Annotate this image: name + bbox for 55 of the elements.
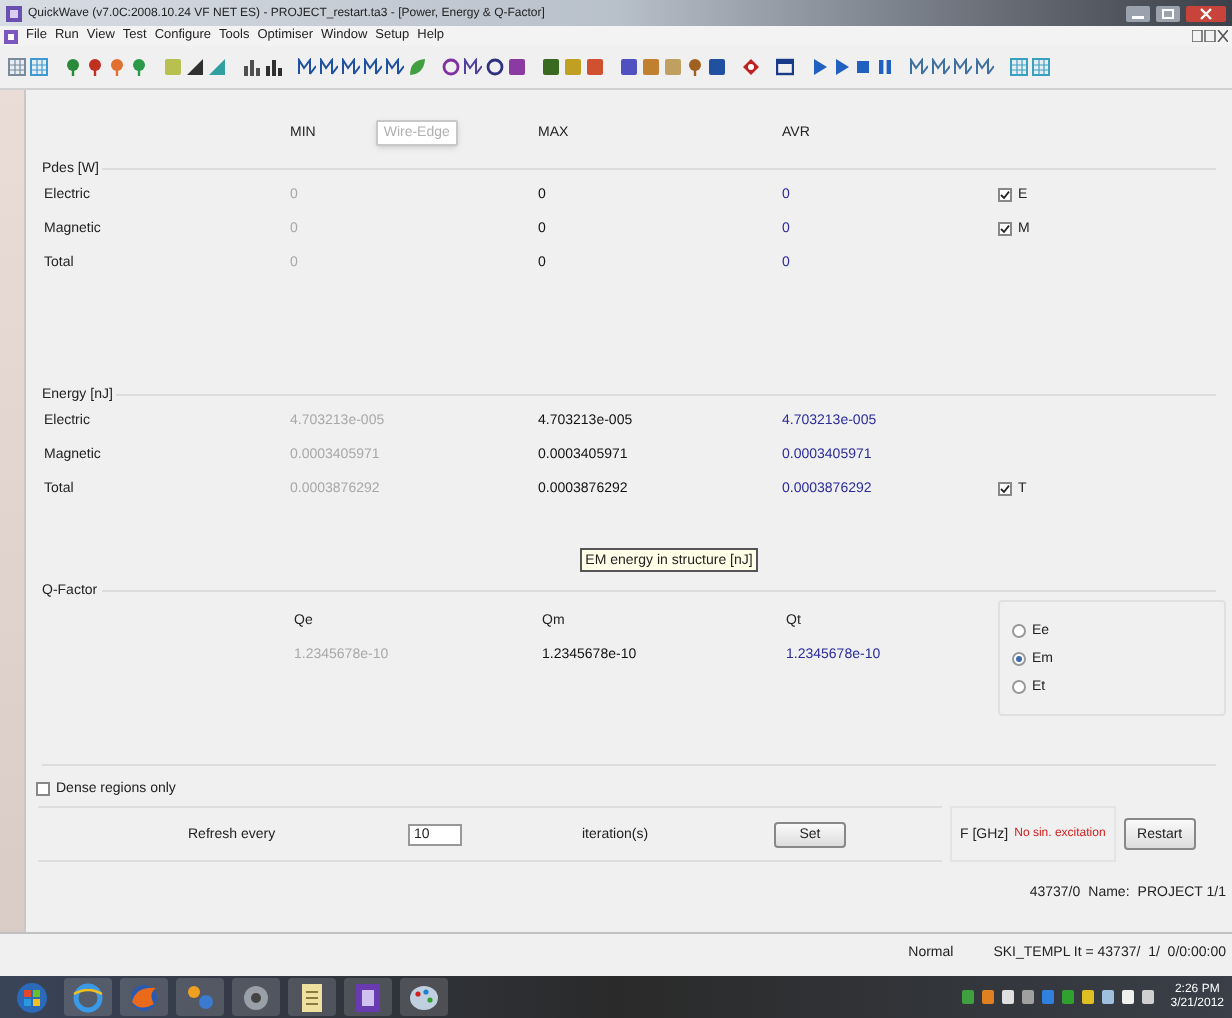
close-icon[interactable] xyxy=(1186,5,1226,21)
tile-icon[interactable] xyxy=(164,58,182,76)
pin-icon[interactable] xyxy=(130,58,148,76)
pin-icon[interactable] xyxy=(86,58,104,76)
checkbox[interactable] xyxy=(998,482,1012,496)
ring-icon[interactable] xyxy=(486,58,504,76)
tile-icon[interactable] xyxy=(586,58,604,76)
wave-icon[interactable] xyxy=(910,58,928,76)
tile-icon[interactable] xyxy=(620,58,638,76)
radio-button[interactable] xyxy=(1012,623,1026,637)
wave-icon[interactable] xyxy=(932,58,950,76)
tile-icon[interactable] xyxy=(542,58,560,76)
bars-icon[interactable] xyxy=(242,58,260,76)
radio-button[interactable] xyxy=(1012,679,1026,693)
wave-icon[interactable] xyxy=(342,58,360,76)
wave-icon[interactable] xyxy=(464,58,482,76)
checkbox[interactable] xyxy=(998,222,1012,236)
globe-icon[interactable] xyxy=(72,981,104,1013)
diamond-icon[interactable] xyxy=(742,58,760,76)
ring-icon[interactable] xyxy=(442,58,460,76)
tile-icon[interactable] xyxy=(664,58,682,76)
grid-icon[interactable] xyxy=(8,58,26,76)
checkbox[interactable] xyxy=(998,188,1012,202)
pin-icon[interactable] xyxy=(686,58,704,76)
leaf-icon[interactable] xyxy=(408,58,426,76)
wave-icon[interactable] xyxy=(364,58,382,76)
wave-icon[interactable] xyxy=(954,58,972,76)
pin-icon[interactable] xyxy=(108,58,126,76)
people-icon[interactable] xyxy=(184,981,216,1013)
gear-icon[interactable] xyxy=(240,981,272,1013)
wave-icon[interactable] xyxy=(298,58,316,76)
window-controls-icon[interactable] xyxy=(1192,30,1228,42)
checkbox[interactable] xyxy=(36,781,50,795)
tile-icon[interactable] xyxy=(708,58,726,76)
bars-icon[interactable] xyxy=(264,58,282,76)
palette-icon[interactable] xyxy=(408,981,440,1013)
grid-icon[interactable] xyxy=(1010,58,1028,76)
notepad-icon[interactable] xyxy=(296,981,328,1013)
tile-icon[interactable] xyxy=(642,58,660,76)
wave-icon[interactable] xyxy=(976,58,994,76)
maximize-icon[interactable] xyxy=(1156,5,1180,21)
start-orb-icon[interactable] xyxy=(16,981,48,1013)
wave-icon[interactable] xyxy=(386,58,404,76)
pause-icon[interactable] xyxy=(876,58,894,76)
grid-icon[interactable] xyxy=(1032,58,1050,76)
tile-icon[interactable] xyxy=(564,58,582,76)
window-icon[interactable] xyxy=(776,58,794,76)
stop-icon[interactable] xyxy=(854,58,872,76)
tile-icon[interactable] xyxy=(508,58,526,76)
grid-icon[interactable] xyxy=(30,58,48,76)
minimize-icon[interactable] xyxy=(1126,5,1150,21)
radio-button[interactable] xyxy=(1012,651,1026,665)
pin-icon[interactable] xyxy=(64,58,82,76)
app-icon[interactable] xyxy=(352,981,384,1013)
wave-icon[interactable] xyxy=(320,58,338,76)
